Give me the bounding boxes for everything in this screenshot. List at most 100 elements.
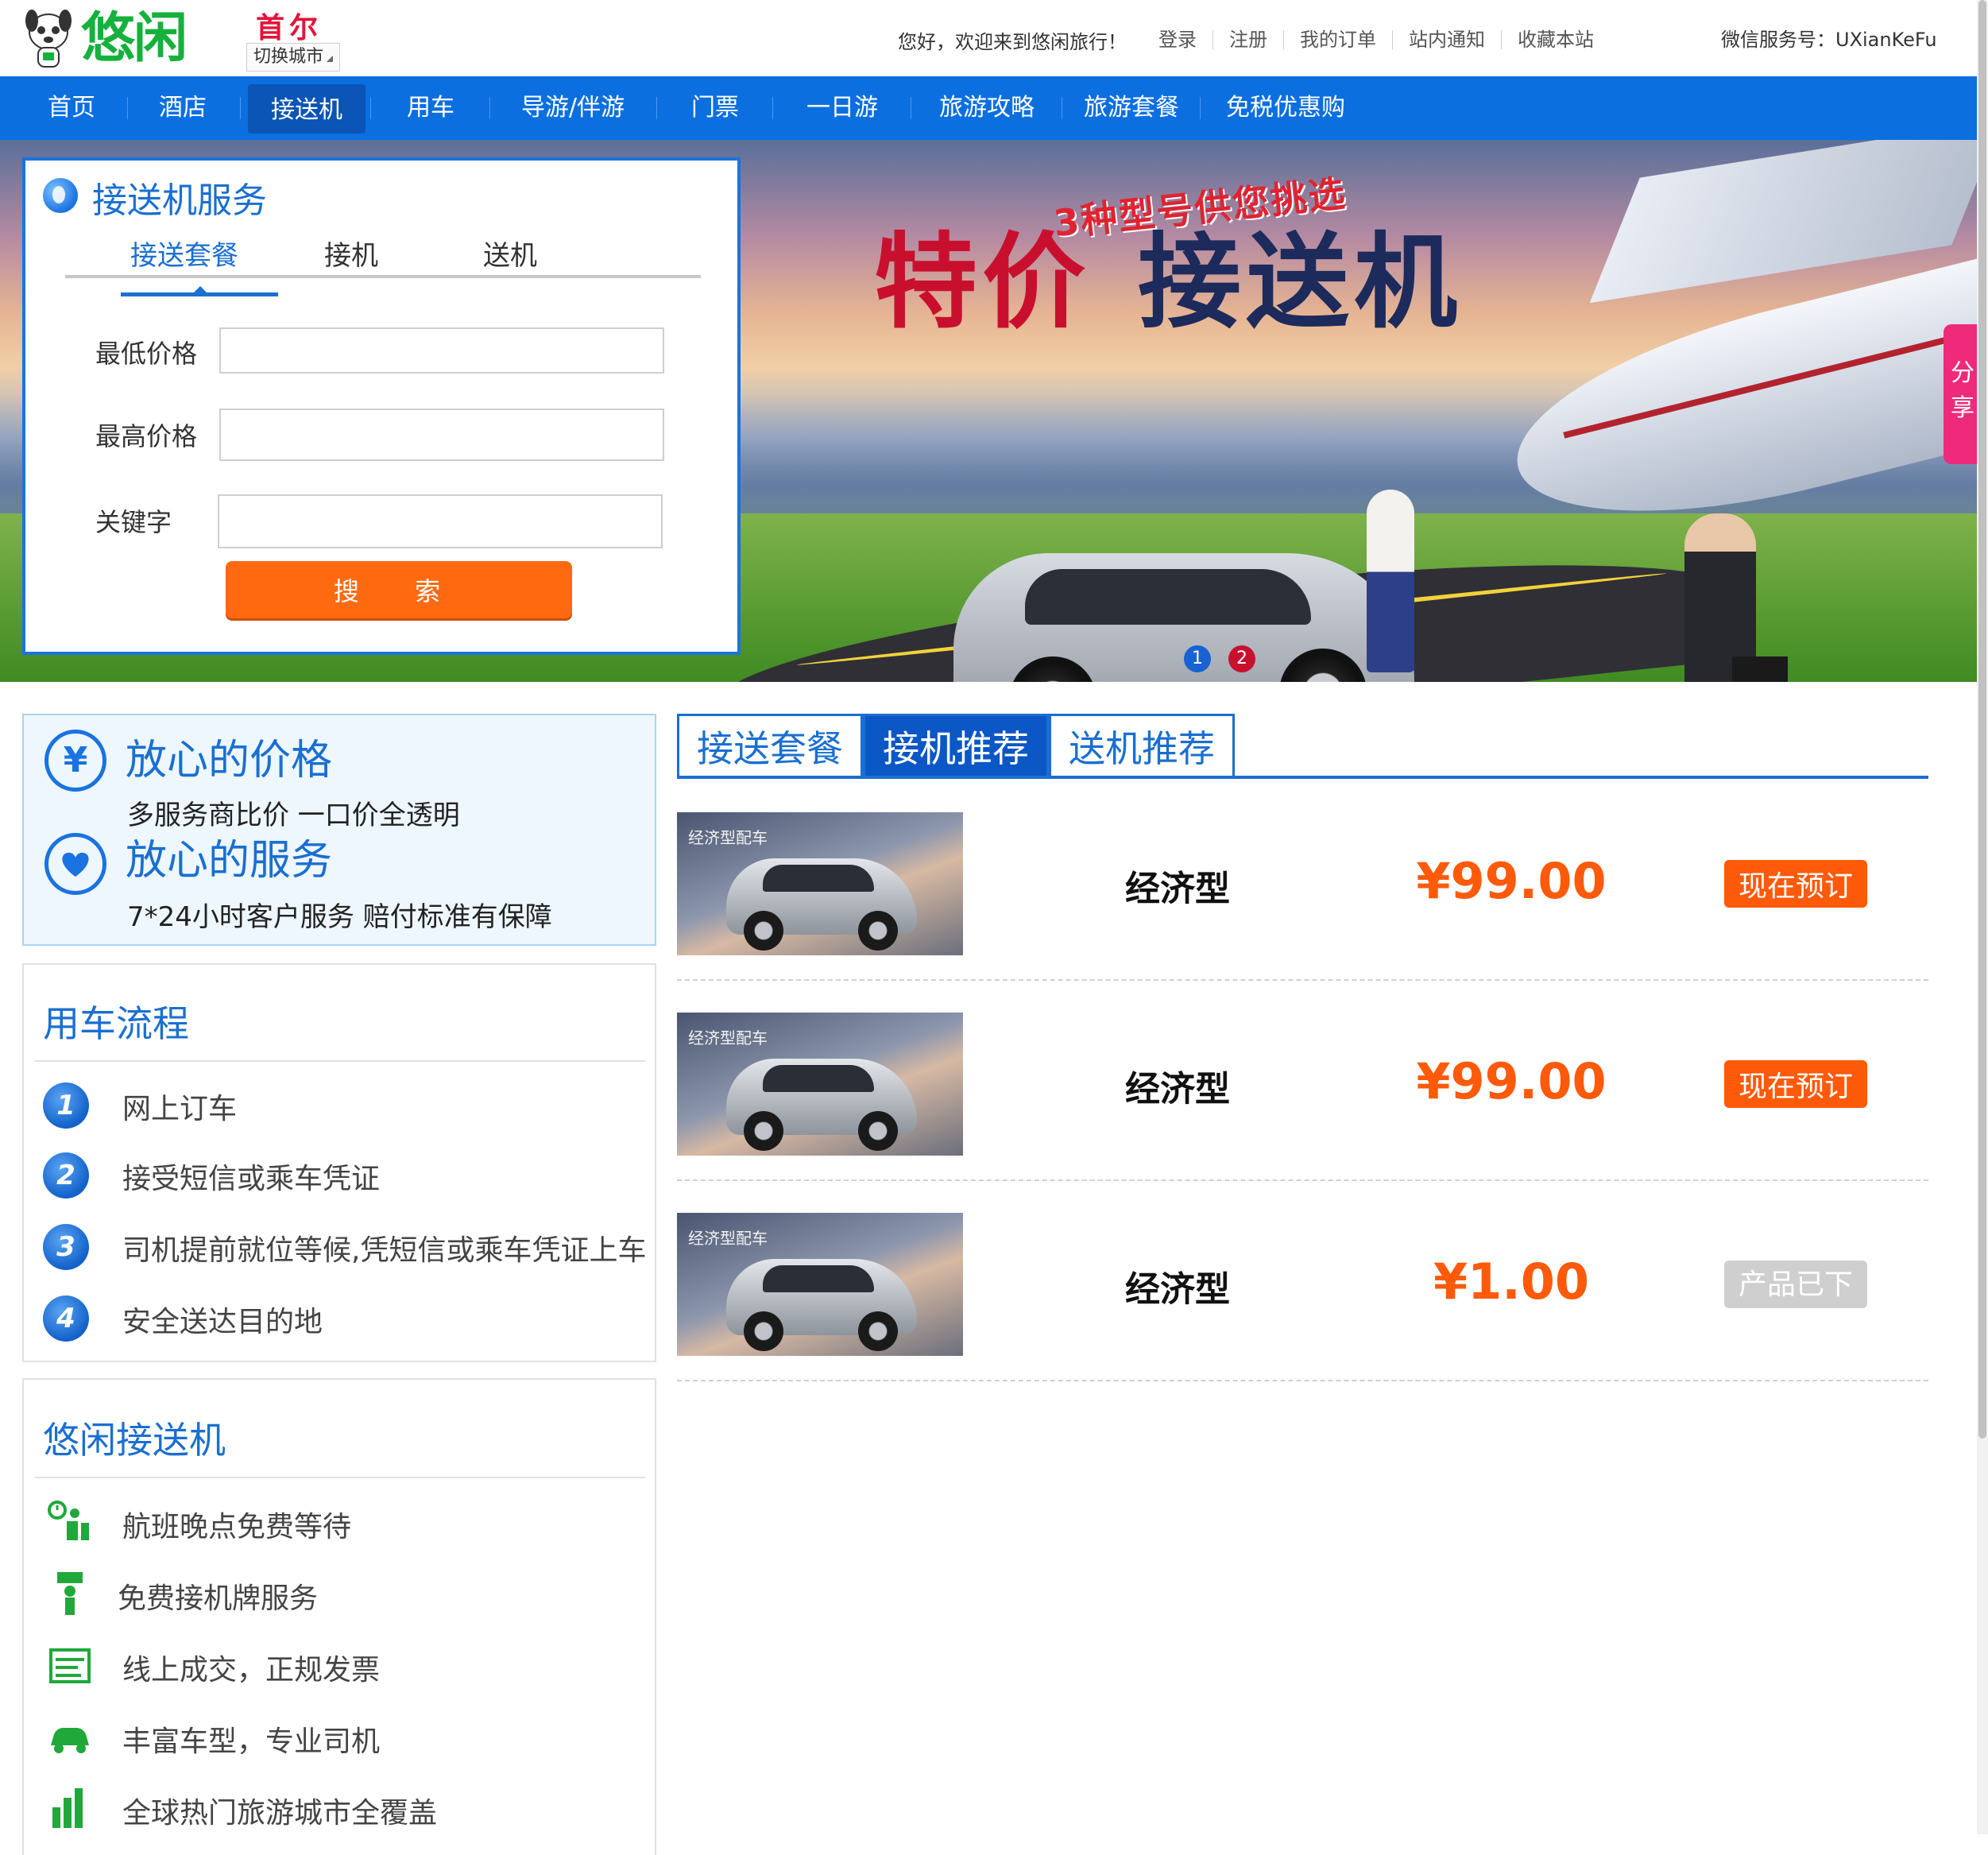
- scrollbar-thumb[interactable]: [1978, 0, 1986, 1439]
- city-chart-icon: [52, 1788, 83, 1828]
- product-tabs: 接送套餐 接机推荐 送机推荐: [677, 714, 1235, 779]
- process-title: 用车流程: [43, 1002, 189, 1045]
- nav-divider: [370, 97, 371, 119]
- step-3-icon: 3: [43, 1224, 89, 1270]
- tab-packages[interactable]: 接送套餐: [113, 240, 256, 275]
- nav-item-car-rental[interactable]: 用车: [378, 76, 483, 140]
- login-link[interactable]: 登录: [1143, 30, 1213, 49]
- car-icon: [51, 1728, 89, 1753]
- nav-divider: [489, 97, 490, 119]
- bookmark-site-link[interactable]: 收藏本站: [1501, 30, 1610, 49]
- product-type: 经济型: [1125, 869, 1230, 909]
- switch-city-label: 切换城市: [253, 47, 324, 67]
- product-car-window: [763, 865, 874, 892]
- nav-item-home[interactable]: 首页: [24, 76, 119, 140]
- active-tab-caret-icon: [194, 286, 207, 292]
- product-price: ¥99.00: [1416, 1052, 1607, 1110]
- product-image-tag: 经济型配车: [688, 1229, 768, 1248]
- product-row: 经济型配车 经济型 ¥1.00 产品已下架: [677, 1213, 1928, 1412]
- book-now-button[interactable]: 现在预订: [1724, 860, 1867, 908]
- step-1-icon: 1: [43, 1082, 89, 1129]
- search-button[interactable]: 搜 索: [226, 561, 572, 618]
- step-2-text: 接受短信或乘车凭证: [122, 1163, 381, 1195]
- min-price-label: 最低价格: [95, 339, 198, 369]
- nav-item-hotel[interactable]: 酒店: [135, 76, 230, 140]
- pickup-sign-icon: [57, 1572, 83, 1615]
- invoice-icon: [49, 1648, 91, 1683]
- product-car-wheel: [858, 1111, 898, 1151]
- nav-item-travel-guide[interactable]: 旅游攻略: [919, 76, 1055, 140]
- current-city: 首尔: [256, 12, 323, 45]
- panel-title: 接送机服务: [92, 180, 267, 221]
- tab-transfer-packages[interactable]: 接送套餐: [677, 714, 863, 779]
- product-row: 经济型配车 经济型 ¥99.00 现在预订: [677, 1013, 1928, 1211]
- max-price-label: 最高价格: [95, 421, 198, 451]
- feature-delay-wait: 航班晚点免费等待: [122, 1511, 352, 1543]
- product-image-tag: 经济型配车: [688, 828, 768, 847]
- globe-icon: [43, 178, 78, 213]
- active-tab-underline: [121, 292, 278, 296]
- tab-dropoff-recommend[interactable]: 送机推荐: [1049, 714, 1235, 779]
- assurance-service-desc: 7*24小时客户服务 赔付标准有保障: [127, 901, 552, 933]
- assurance-price-title: 放心的价格: [126, 737, 333, 784]
- product-tabs-underline: [677, 776, 1928, 779]
- product-car-wheel: [858, 911, 898, 951]
- site-logo[interactable]: 悠闲: [24, 5, 207, 72]
- step-3-text: 司机提前就位等候,凭短信或乘车凭证上车: [122, 1234, 647, 1267]
- nav-item-tickets[interactable]: 门票: [664, 76, 766, 140]
- step-4-icon: 4: [43, 1295, 89, 1342]
- keyword-input[interactable]: [218, 494, 663, 548]
- banner-dot-1[interactable]: 1: [1184, 645, 1211, 672]
- nav-divider: [240, 97, 241, 119]
- assurance-service-title: 放心的服务: [126, 837, 333, 885]
- min-price-input[interactable]: [219, 327, 664, 374]
- banner-slogan-navy: 接送机: [1138, 221, 1463, 343]
- product-image[interactable]: 经济型配车: [677, 812, 963, 955]
- nav-item-packages[interactable]: 旅游套餐: [1069, 76, 1193, 140]
- banner-dot-2[interactable]: 2: [1228, 645, 1255, 672]
- step-4-text: 安全送达目的地: [122, 1306, 323, 1338]
- product-row-divider: [677, 1179, 1928, 1181]
- share-button[interactable]: 分享: [1944, 324, 1982, 464]
- corner-arrow-icon: [327, 56, 334, 62]
- keyword-label: 关键字: [95, 507, 172, 537]
- product-type: 经济型: [1125, 1069, 1230, 1110]
- nav-item-duty-free[interactable]: 免税优惠购: [1208, 76, 1363, 140]
- nav-divider: [772, 97, 773, 119]
- heart-icon: [44, 833, 106, 895]
- tab-pickup-recommend[interactable]: 接机推荐: [863, 714, 1049, 779]
- product-car-wheel: [858, 1311, 898, 1351]
- nav-item-day-tour[interactable]: 一日游: [780, 76, 904, 140]
- banner-slogan-red: 特价: [874, 221, 1091, 343]
- max-price-input[interactable]: [219, 409, 664, 461]
- product-car-wheel: [744, 1311, 783, 1351]
- yen-icon: ¥: [44, 730, 106, 792]
- top-links: 您好，欢迎来到悠闲旅行！ 登录 注册 我的订单 站内通知 收藏本站: [898, 24, 1610, 56]
- product-unavailable-button: 产品已下架: [1724, 1261, 1867, 1342]
- step-1-text: 网上订车: [122, 1093, 238, 1125]
- switch-city-button[interactable]: 切换城市: [246, 43, 341, 72]
- book-now-button[interactable]: 现在预订: [1724, 1060, 1867, 1108]
- step-2-icon: 2: [43, 1152, 89, 1199]
- banner-slogan: 特价 接送机: [874, 199, 1462, 348]
- tab-dropoff[interactable]: 送机: [462, 240, 558, 275]
- product-image[interactable]: 经济型配车: [677, 1213, 963, 1356]
- tab-pickup[interactable]: 接机: [304, 240, 399, 275]
- nav-divider: [1200, 97, 1201, 119]
- assurance-box: ¥ 放心的价格 多服务商比价 一口价全透明 放心的服务 7*24小时客户服务 赔…: [22, 714, 656, 946]
- product-image[interactable]: 经济型配车: [677, 1013, 963, 1156]
- notifications-link[interactable]: 站内通知: [1392, 30, 1501, 49]
- product-row-divider: [677, 1380, 1928, 1381]
- product-car-wheel: [744, 911, 783, 951]
- banner-woman-figure: [1367, 490, 1414, 672]
- product-price: ¥99.00: [1416, 852, 1607, 910]
- register-link[interactable]: 注册: [1213, 30, 1283, 49]
- brand-name: 悠闲: [81, 7, 188, 70]
- nav-item-airport-transfer[interactable]: 接送机: [248, 84, 365, 134]
- product-row: 经济型配车 经济型 ¥99.00 现在预订: [677, 812, 1928, 1011]
- nav-item-guide[interactable]: 导游/伴游: [497, 76, 648, 140]
- welcome-text: 您好，欢迎来到悠闲旅行！: [898, 30, 1127, 53]
- search-tabs: 接送套餐 接机 送机: [65, 240, 701, 278]
- my-orders-link[interactable]: 我的订单: [1283, 30, 1392, 49]
- product-car-wheel: [744, 1111, 783, 1151]
